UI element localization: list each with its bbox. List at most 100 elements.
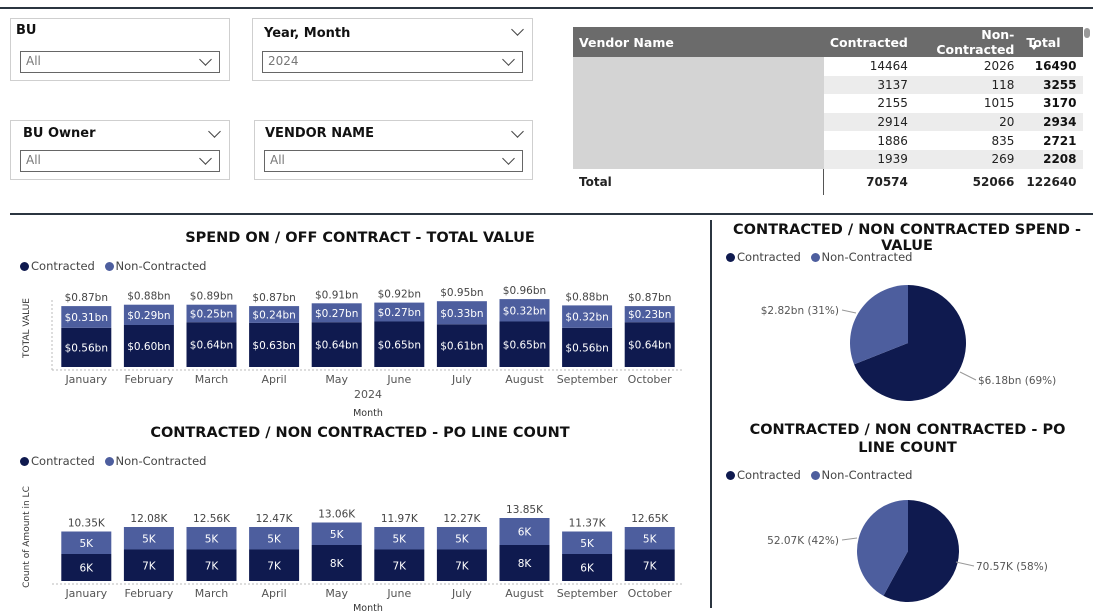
dot-icon bbox=[104, 262, 114, 271]
legend-contracted[interactable]: Contracted bbox=[726, 468, 801, 482]
legend-label: Contracted bbox=[737, 468, 801, 482]
table-scrollbar[interactable] bbox=[1084, 28, 1090, 38]
legend-label: Contracted bbox=[737, 250, 801, 264]
header-total[interactable]: Total bbox=[1020, 27, 1083, 57]
table-total-row: Total 70574 52066 122640 bbox=[573, 168, 1083, 195]
cell-total: 2208 bbox=[1020, 149, 1083, 169]
header-non-contracted[interactable]: Non-Contracted bbox=[913, 27, 1021, 57]
legend-contracted[interactable]: Contracted bbox=[20, 259, 95, 273]
vendor-name-dropdown[interactable]: All bbox=[264, 150, 523, 172]
legend-label: Contracted bbox=[31, 259, 95, 273]
data-label-non-contracted: $0.29bn bbox=[127, 310, 170, 322]
data-label-non-contracted: 5K bbox=[205, 533, 220, 545]
pie-data-label: $6.18bn (69%) bbox=[978, 375, 1056, 387]
table-row[interactable]: 14464 2026 16490 bbox=[573, 57, 1083, 169]
data-label-contracted: $0.64bn bbox=[628, 340, 671, 352]
cell-total: 2934 bbox=[1020, 112, 1083, 132]
spend-chart-title: SPEND ON / OFF CONTRACT - TOTAL VALUE bbox=[185, 230, 535, 246]
data-label-non-contracted: $0.24bn bbox=[252, 310, 295, 322]
cell-non-contracted: 269 bbox=[913, 149, 1021, 169]
bu-owner-dropdown-value: All bbox=[26, 153, 41, 167]
x-tick-label: June bbox=[386, 373, 411, 386]
data-label-non-contracted: $0.27bn bbox=[315, 308, 358, 320]
bu-owner-slicer[interactable]: BU Owner All bbox=[10, 120, 230, 180]
count-chart-title: CONTRACTED / NON CONTRACTED - PO LINE CO… bbox=[150, 425, 570, 441]
x-tick-label: March bbox=[195, 373, 229, 386]
data-label-contracted: 7K bbox=[643, 560, 658, 572]
data-label-non-contracted: $0.33bn bbox=[440, 308, 483, 320]
chevron-down-icon bbox=[199, 152, 212, 165]
count-pie-chart[interactable]: 70.57K (58%) 52.07K (42%) bbox=[714, 488, 1103, 616]
data-label-total: $0.96bn bbox=[503, 285, 546, 297]
legend-non-contracted[interactable]: Non-Contracted bbox=[104, 454, 206, 468]
data-label-contracted: $0.64bn bbox=[190, 340, 233, 352]
total-non-contracted: 52066 bbox=[913, 168, 1021, 195]
dot-icon bbox=[104, 457, 114, 466]
data-label-non-contracted: $0.32bn bbox=[565, 312, 608, 324]
data-label-non-contracted: $0.27bn bbox=[378, 307, 421, 319]
data-label-contracted: $0.61bn bbox=[440, 341, 483, 353]
data-label-total: 12.08K bbox=[130, 513, 168, 525]
data-label-total: $0.89bn bbox=[190, 291, 233, 303]
spend-bar-chart[interactable]: TOTAL VALUE $0.56bn $0.31bn $0.87bn January $… bbox=[0, 280, 700, 420]
bu-slicer-title: BU bbox=[16, 23, 37, 38]
data-label-contracted: 8K bbox=[330, 558, 345, 570]
bu-slicer[interactable]: BU All bbox=[10, 18, 230, 81]
dot-icon bbox=[726, 471, 735, 480]
data-label-non-contracted: 5K bbox=[267, 533, 282, 545]
data-label-contracted: $0.65bn bbox=[378, 339, 421, 351]
bu-dropdown[interactable]: All bbox=[20, 51, 220, 73]
cell-non-contracted: 20 bbox=[913, 112, 1021, 132]
legend-non-contracted[interactable]: Non-Contracted bbox=[104, 259, 206, 273]
vendor-table: Vendor Name Contracted Non-Contracted To… bbox=[573, 27, 1083, 195]
data-label-non-contracted: $0.31bn bbox=[65, 312, 108, 324]
x-tick-label: May bbox=[325, 587, 348, 600]
total-label: Total bbox=[573, 168, 824, 195]
legend-contracted[interactable]: Contracted bbox=[20, 454, 95, 468]
data-label-contracted: $0.56bn bbox=[65, 342, 108, 354]
data-label-contracted: 7K bbox=[455, 560, 470, 572]
x-tick-label: March bbox=[195, 587, 229, 600]
y-axis-title: Count of Amount in LC bbox=[22, 486, 32, 588]
year-month-dropdown-value: 2024 bbox=[268, 54, 299, 68]
x-tick-label: July bbox=[451, 587, 472, 600]
year-month-slicer[interactable]: Year, Month 2024 bbox=[252, 18, 533, 81]
dot-icon bbox=[810, 253, 820, 262]
header-contracted[interactable]: Contracted bbox=[823, 27, 914, 57]
vendor-name-slicer-title: VENDOR NAME bbox=[265, 126, 374, 141]
pie-data-label: 70.57K (58%) bbox=[976, 561, 1048, 573]
spend-pie-chart[interactable]: $6.18bn (69%) $2.82bn (31%) bbox=[714, 270, 1103, 415]
legend-contracted[interactable]: Contracted bbox=[726, 250, 801, 264]
data-label-total: 11.97K bbox=[381, 513, 419, 525]
chevron-down-icon[interactable] bbox=[208, 125, 221, 138]
year-month-dropdown[interactable]: 2024 bbox=[262, 51, 523, 73]
legend-non-contracted[interactable]: Non-Contracted bbox=[810, 250, 912, 264]
x-tick-label: August bbox=[505, 587, 544, 600]
data-label-non-contracted: 5K bbox=[80, 538, 95, 550]
data-label-total: $0.87bn bbox=[65, 292, 108, 304]
vendor-name-slicer[interactable]: VENDOR NAME All bbox=[254, 120, 533, 180]
dot-icon bbox=[726, 253, 735, 262]
pie-data-label: 52.07K (42%) bbox=[767, 535, 839, 547]
chevron-down-icon[interactable] bbox=[511, 23, 524, 36]
count-chart-legend: Contracted Non-Contracted bbox=[20, 454, 212, 468]
total-total: 122640 bbox=[1020, 168, 1083, 195]
cell-contracted: 2155 bbox=[877, 96, 908, 111]
data-label-non-contracted: 5K bbox=[393, 533, 408, 545]
data-label-contracted: 7K bbox=[267, 560, 282, 572]
chevron-down-icon[interactable] bbox=[511, 125, 524, 138]
pie-leader-line bbox=[841, 309, 857, 314]
bu-owner-dropdown[interactable]: All bbox=[20, 150, 220, 172]
data-label-contracted: 7K bbox=[142, 560, 157, 572]
data-label-total: $0.91bn bbox=[315, 289, 358, 301]
y-axis-title: TOTAL VALUE bbox=[22, 298, 32, 359]
bu-owner-slicer-title: BU Owner bbox=[23, 126, 96, 141]
header-vendor-name[interactable]: Vendor Name bbox=[573, 27, 824, 57]
legend-non-contracted[interactable]: Non-Contracted bbox=[810, 468, 912, 482]
count-bar-chart[interactable]: Count of Amount in LC 6K 5K 10.35K January 7K… bbox=[0, 475, 700, 616]
data-label-total: 10.35K bbox=[68, 518, 106, 530]
data-label-contracted: 6K bbox=[80, 563, 95, 575]
data-label-contracted: 7K bbox=[393, 560, 408, 572]
sort-descending-icon bbox=[1030, 45, 1039, 50]
chevron-down-icon bbox=[502, 53, 515, 66]
